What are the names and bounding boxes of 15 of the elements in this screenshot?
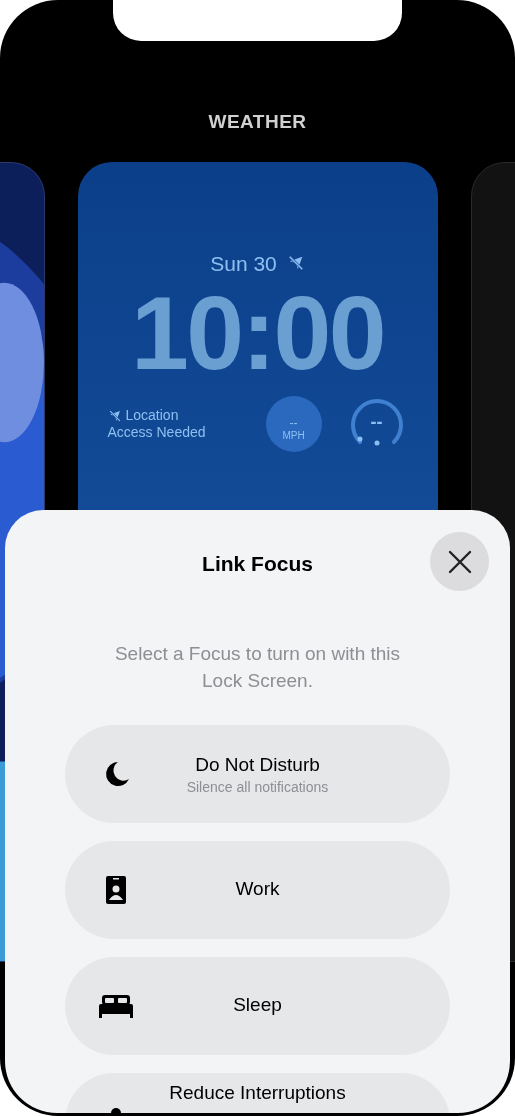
wind-unit: MPH <box>282 431 305 441</box>
uv-value: -- <box>370 410 383 434</box>
date-text: Sun 30 <box>210 250 277 277</box>
focus-option[interactable]: Reduce Interruptions <box>65 1072 450 1113</box>
focus-option[interactable]: Sleep <box>65 956 450 1055</box>
wind-value: -- <box>289 417 298 429</box>
section-title: WEATHER <box>208 110 307 134</box>
focus-option[interactable]: Do Not Disturb Silence all notifications <box>65 724 450 823</box>
clock-time: 10:00 <box>131 281 384 385</box>
sheet-description: Select a Focus to turn on with this Lock Screen. <box>113 641 402 693</box>
option-subtitle: Silence all notifications <box>186 779 329 797</box>
focus-option[interactable]: Work <box>65 840 450 939</box>
sheet-title: Link Focus <box>202 551 313 577</box>
location-warning: Location <box>125 407 179 424</box>
location-warning: Access Needed <box>107 424 207 441</box>
